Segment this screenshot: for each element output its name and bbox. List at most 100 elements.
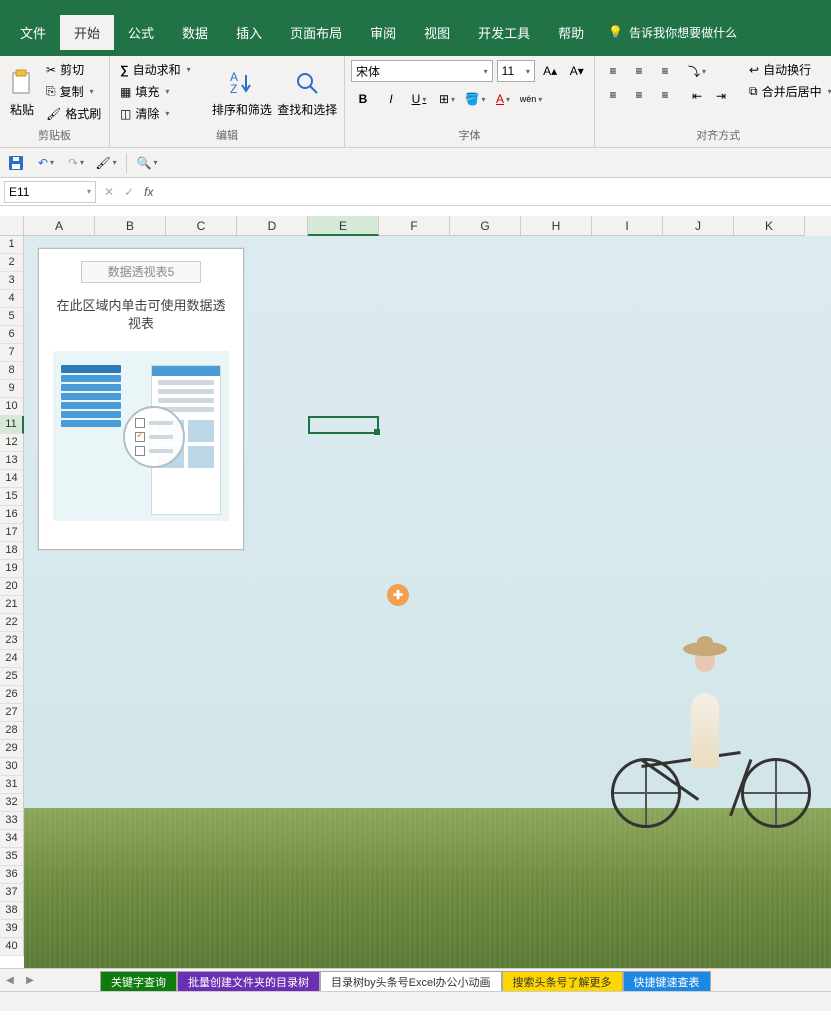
row-header-6[interactable]: 6 <box>0 326 24 344</box>
select-all-corner[interactable] <box>0 216 24 236</box>
align-center[interactable]: ≡ <box>627 84 651 106</box>
row-header-15[interactable]: 15 <box>0 488 24 506</box>
format-painter-button[interactable]: 🖌格式刷 <box>42 104 105 123</box>
sheet-tab-3[interactable]: 搜索头条号了解更多 <box>502 971 623 991</box>
col-header-B[interactable]: B <box>95 216 166 236</box>
cancel-icon[interactable]: ✕ <box>104 185 114 199</box>
row-header-9[interactable]: 9 <box>0 380 24 398</box>
menu-dev[interactable]: 开发工具 <box>464 15 544 50</box>
cut-button[interactable]: ✂剪切 <box>42 60 105 79</box>
sheet-tab-4[interactable]: 快捷键速查表 <box>623 971 711 991</box>
col-header-E[interactable]: E <box>308 216 379 236</box>
autosum-button[interactable]: ∑自动求和 <box>116 60 207 79</box>
clear-button[interactable]: ◫清除 <box>116 104 207 123</box>
col-header-A[interactable]: A <box>24 216 95 236</box>
row-header-16[interactable]: 16 <box>0 506 24 524</box>
row-header-20[interactable]: 20 <box>0 578 24 596</box>
font-color-button[interactable]: A <box>491 88 515 110</box>
menu-help[interactable]: 帮助 <box>544 15 598 50</box>
font-size-select[interactable]: 11▾ <box>497 60 535 82</box>
row-header-36[interactable]: 36 <box>0 866 24 884</box>
wrap-text-button[interactable]: ↩自动换行 <box>745 60 831 79</box>
align-bottom[interactable]: ≡ <box>653 60 677 82</box>
row-header-25[interactable]: 25 <box>0 668 24 686</box>
row-header-11[interactable]: 11 <box>0 416 24 434</box>
dec-indent-button[interactable]: ⇤ <box>685 85 709 107</box>
shrink-font-button[interactable]: A▾ <box>565 60 588 82</box>
border-button[interactable]: ⊞ <box>435 88 459 110</box>
row-header-32[interactable]: 32 <box>0 794 24 812</box>
grow-font-button[interactable]: A▴ <box>539 60 562 82</box>
fill-color-button[interactable]: 🪣 <box>463 88 487 110</box>
row-header-7[interactable]: 7 <box>0 344 24 362</box>
menu-view[interactable]: 视图 <box>410 15 464 50</box>
row-header-8[interactable]: 8 <box>0 362 24 380</box>
menu-formulas[interactable]: 公式 <box>114 15 168 50</box>
row-header-31[interactable]: 31 <box>0 776 24 794</box>
row-header-21[interactable]: 21 <box>0 596 24 614</box>
row-header-35[interactable]: 35 <box>0 848 24 866</box>
row-header-37[interactable]: 37 <box>0 884 24 902</box>
row-header-38[interactable]: 38 <box>0 902 24 920</box>
merge-button[interactable]: ⧉合并后居中 <box>745 82 831 101</box>
col-header-C[interactable]: C <box>166 216 237 236</box>
col-header-D[interactable]: D <box>237 216 308 236</box>
row-header-28[interactable]: 28 <box>0 722 24 740</box>
col-header-I[interactable]: I <box>592 216 663 236</box>
row-header-2[interactable]: 2 <box>0 254 24 272</box>
qa-brush-button[interactable]: 🖌 <box>96 153 116 173</box>
align-right[interactable]: ≡ <box>653 84 677 106</box>
undo-button[interactable]: ↶ <box>36 153 56 173</box>
row-header-4[interactable]: 4 <box>0 290 24 308</box>
find-select-button[interactable]: 查找和选择 <box>277 60 338 125</box>
sheet-tab-1[interactable]: 批量创建文件夹的目录树 <box>177 971 320 991</box>
sheet-tab-0[interactable]: 关键字查询 <box>100 971 177 991</box>
row-header-39[interactable]: 39 <box>0 920 24 938</box>
menu-file[interactable]: 文件 <box>6 15 60 50</box>
copy-button[interactable]: ⎘复制 <box>42 82 105 101</box>
row-header-10[interactable]: 10 <box>0 398 24 416</box>
name-box[interactable]: E11▾ <box>4 181 96 203</box>
italic-button[interactable]: I <box>379 88 403 110</box>
align-middle[interactable]: ≡ <box>627 60 651 82</box>
align-left[interactable]: ≡ <box>601 84 625 106</box>
row-header-23[interactable]: 23 <box>0 632 24 650</box>
col-header-F[interactable]: F <box>379 216 450 236</box>
save-button[interactable] <box>6 153 26 173</box>
align-top[interactable]: ≡ <box>601 60 625 82</box>
row-header-17[interactable]: 17 <box>0 524 24 542</box>
tab-nav-next[interactable]: ▶ <box>20 969 40 991</box>
phonetic-button[interactable]: wén <box>519 88 543 110</box>
cells-area[interactable]: 数据透视表5 在此区域内单击可使用数据透视表 ✚ <box>24 236 831 968</box>
row-header-27[interactable]: 27 <box>0 704 24 722</box>
bold-button[interactable]: B <box>351 88 375 110</box>
fill-handle[interactable] <box>374 429 380 435</box>
row-header-12[interactable]: 12 <box>0 434 24 452</box>
enter-icon[interactable]: ✓ <box>124 185 134 199</box>
row-header-1[interactable]: 1 <box>0 236 24 254</box>
sheet-tab-2[interactable]: 目录树by头条号Excel办公小动画 <box>320 971 502 991</box>
col-header-G[interactable]: G <box>450 216 521 236</box>
col-header-H[interactable]: H <box>521 216 592 236</box>
sort-filter-button[interactable]: AZ 排序和筛选 <box>211 60 272 125</box>
paste-button[interactable]: 粘贴 <box>6 60 38 125</box>
row-header-33[interactable]: 33 <box>0 812 24 830</box>
fx-icon[interactable]: fx <box>144 185 153 199</box>
row-header-19[interactable]: 19 <box>0 560 24 578</box>
menu-insert[interactable]: 插入 <box>222 15 276 50</box>
orientation-button[interactable]: ⤵ <box>685 60 709 82</box>
row-header-22[interactable]: 22 <box>0 614 24 632</box>
col-header-J[interactable]: J <box>663 216 734 236</box>
row-header-24[interactable]: 24 <box>0 650 24 668</box>
font-name-select[interactable]: 宋体▾ <box>351 60 493 82</box>
qa-zoom-button[interactable]: 🔍 <box>137 153 157 173</box>
row-header-40[interactable]: 40 <box>0 938 24 956</box>
row-header-29[interactable]: 29 <box>0 740 24 758</box>
row-header-18[interactable]: 18 <box>0 542 24 560</box>
row-header-13[interactable]: 13 <box>0 452 24 470</box>
fill-button[interactable]: ▦填充 <box>116 82 207 101</box>
menu-review[interactable]: 审阅 <box>356 15 410 50</box>
row-header-3[interactable]: 3 <box>0 272 24 290</box>
row-header-34[interactable]: 34 <box>0 830 24 848</box>
underline-button[interactable]: U <box>407 88 431 110</box>
